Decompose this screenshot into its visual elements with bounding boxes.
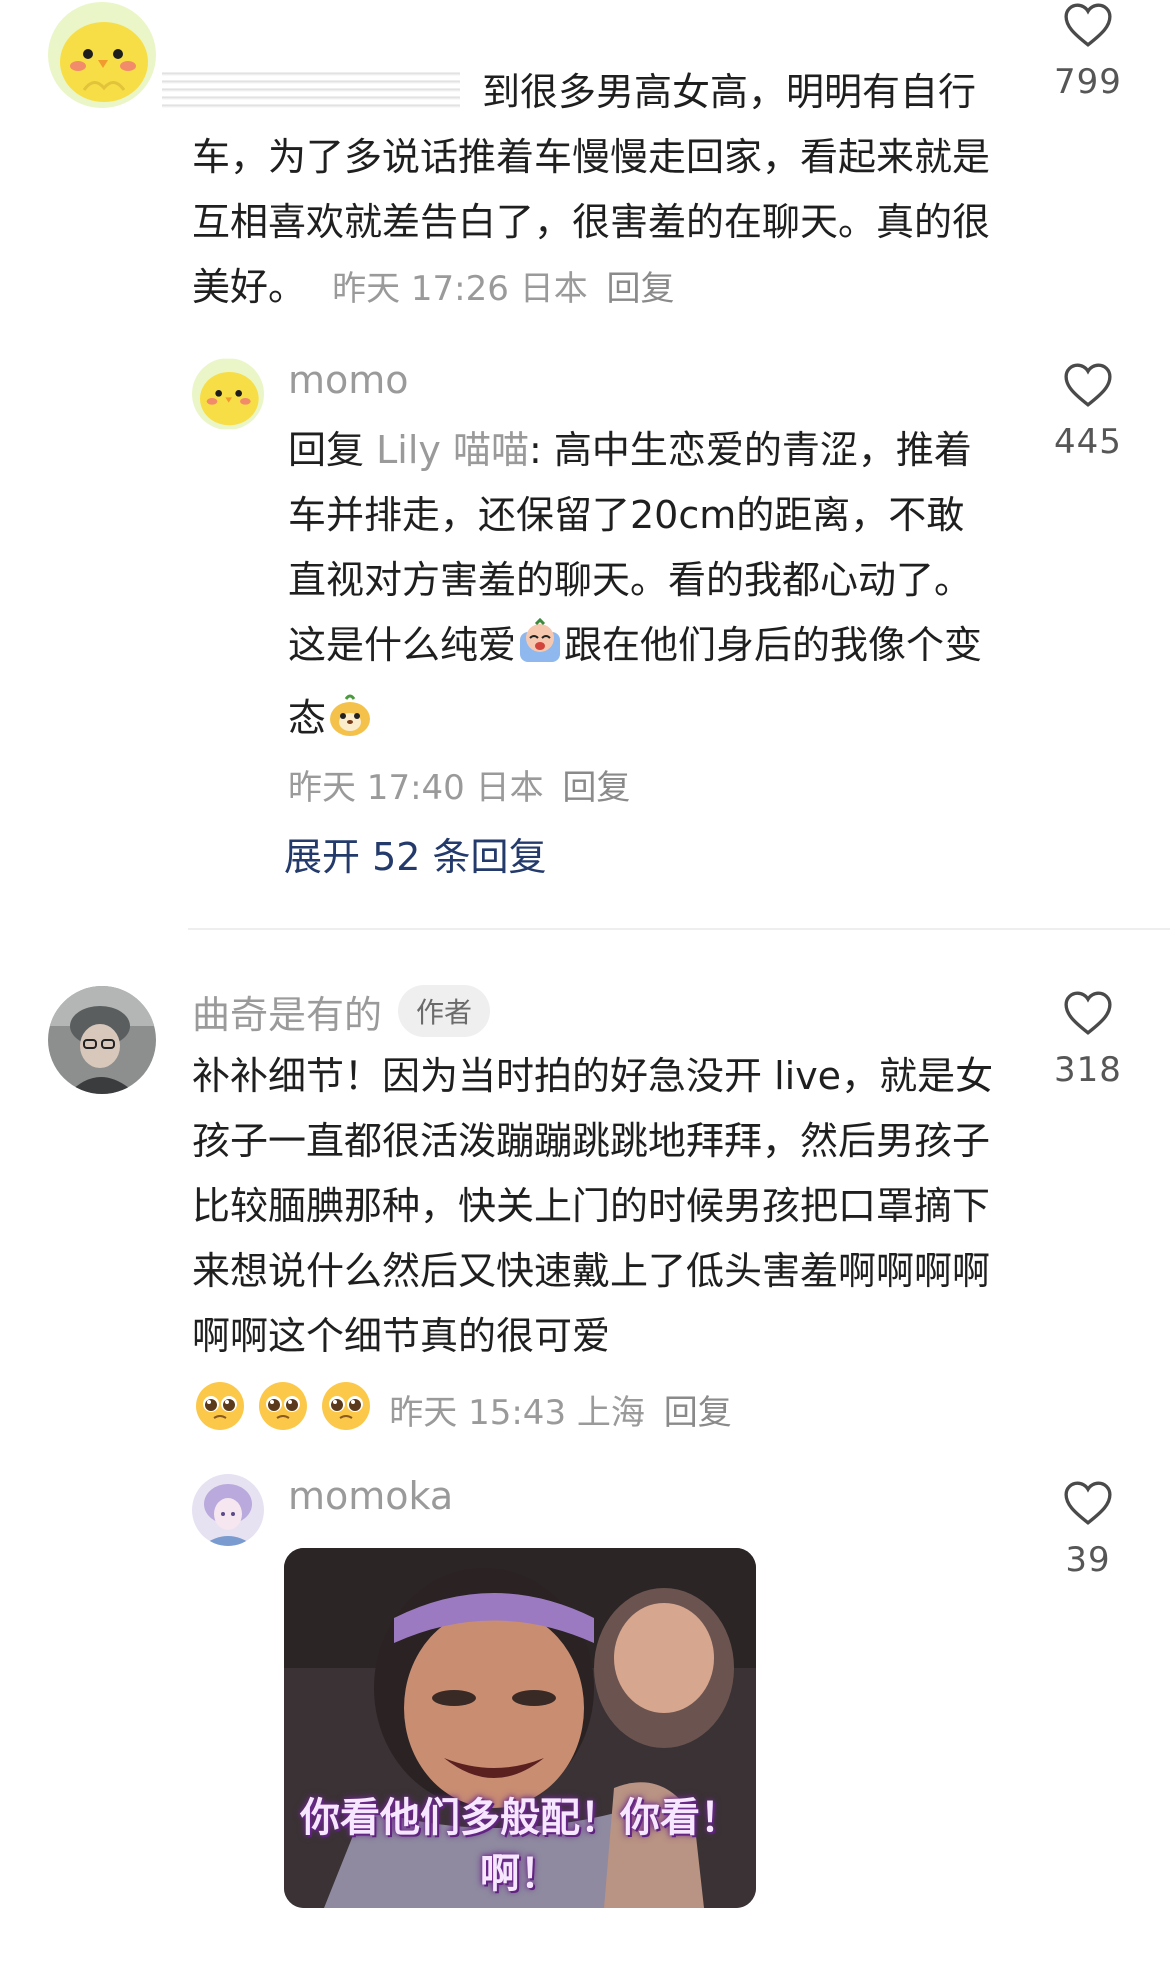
pleading-face-icon <box>194 1380 246 1436</box>
username[interactable]: momoka <box>288 1474 453 1518</box>
avatar[interactable] <box>48 2 156 108</box>
comment-time: 昨天 15:43 <box>389 1393 567 1433</box>
divider <box>188 928 1170 930</box>
reply-meta: 昨天 17:40 日本 回复 <box>288 760 630 809</box>
comment-text: 到很多男高女高，明明有自行车，为了多说话推着车慢慢走回家，看起来就是互相喜欢就差… <box>192 60 1012 322</box>
comment-location: 日本 <box>519 269 588 309</box>
author-badge: 作者 <box>398 985 491 1037</box>
user-photo-avatar-icon <box>48 986 156 1094</box>
username-text: 曲奇是有的 <box>192 993 383 1037</box>
pleading-face-icon <box>257 1380 309 1436</box>
heart-outline-icon <box>1064 3 1112 47</box>
avatar[interactable] <box>48 986 156 1094</box>
like-count: 799 <box>1054 62 1122 102</box>
like-count: 39 <box>1065 1540 1111 1580</box>
username[interactable]: 曲奇是有的 作者 <box>192 984 491 1039</box>
like-button[interactable]: 39 <box>1048 1480 1128 1580</box>
reply-location: 日本 <box>475 768 544 808</box>
comment-meta: 昨天 15:43 上海 回复 <box>389 1393 731 1433</box>
avatar[interactable] <box>192 358 264 430</box>
meme-image[interactable]: 你看他们多般配！你看！啊！ <box>284 1548 756 1908</box>
reply-prefix: 回复 <box>288 428 365 472</box>
like-count: 318 <box>1054 1050 1122 1090</box>
like-button[interactable]: 799 <box>1048 2 1128 102</box>
reply-time: 昨天 17:40 <box>288 768 465 808</box>
heart-outline-icon <box>1064 1481 1112 1525</box>
expand-replies-link[interactable]: 展开 52 条回复 <box>284 826 547 881</box>
reply-text: 回复 Lily 喵喵: 高中生恋爱的青涩，推着车并排走，还保留了20cm的距离，… <box>288 418 998 759</box>
heart-outline-icon <box>1064 363 1112 407</box>
avatar[interactable] <box>192 1474 264 1546</box>
comment-time: 昨天 17:26 <box>332 269 509 309</box>
comment-meta: 昨天 17:26 日本 回复 <box>332 269 674 309</box>
like-button[interactable]: 318 <box>1048 990 1128 1090</box>
chick-avatar-icon <box>192 358 264 430</box>
reply-button[interactable]: 回复 <box>562 768 630 808</box>
crying-emoji-icon <box>516 617 564 686</box>
comment-text-body: 补补细节！因为当时拍的好急没开 live，就是女孩子一直都很活泼蹦蹦跳跳地拜拜，… <box>192 1054 994 1358</box>
meme-caption: 你看他们多般配！你看！啊！ <box>300 1795 740 1897</box>
reply-button[interactable]: 回复 <box>607 269 675 309</box>
comment-text: 补补细节！因为当时拍的好急没开 live，就是女孩子一直都很活泼蹦蹦跳跳地拜拜，… <box>192 1044 1012 1369</box>
emoji-row: 昨天 15:43 上海 回复 <box>194 1380 732 1440</box>
username[interactable]: momo <box>288 358 409 402</box>
reply-to-user[interactable]: Lily 喵喵 <box>376 428 529 472</box>
comment-location: 上海 <box>576 1393 645 1433</box>
pleading-face-icon <box>320 1380 372 1436</box>
heart-outline-icon <box>1064 991 1112 1035</box>
chick-avatar-icon <box>48 2 156 108</box>
anime-avatar-icon <box>192 1474 264 1546</box>
dog-emoji-icon <box>326 691 374 759</box>
like-count: 445 <box>1054 422 1122 462</box>
reply-button[interactable]: 回复 <box>664 1393 732 1433</box>
like-button[interactable]: 445 <box>1048 362 1128 462</box>
